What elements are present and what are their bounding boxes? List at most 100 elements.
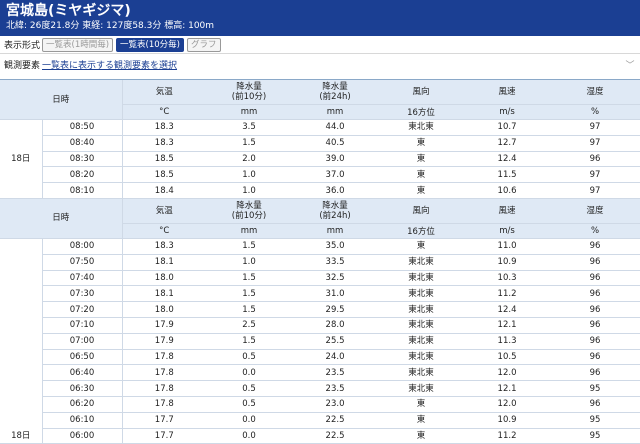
temp-cell: 18.0 (122, 270, 207, 287)
humidity-cell: 96 (550, 254, 640, 271)
wind-direction-cell: 東北東 (378, 119, 465, 136)
time-cell: 08:40 (42, 135, 123, 152)
wind-direction-cell: 東北東 (378, 317, 465, 334)
wind-direction-cell: 東 (378, 182, 465, 199)
observation-table-wrap: 日時 気温 降水量 (前10分) 降水量 (前24h) 風向 風速 湿度 °C mm mm 16方位… (0, 79, 640, 444)
time-cell: 08:50 (42, 119, 123, 136)
time-cell: 06:20 (42, 396, 123, 413)
temp-cell: 18.1 (122, 285, 207, 303)
precip24-cell: 39.0 (292, 151, 379, 168)
time-cell: 07:30 (42, 285, 123, 303)
chevron-down-icon[interactable]: ﹀ (620, 58, 640, 71)
table-row: 08:10 18.4 1.0 36.0 東 10.6 97 (0, 182, 640, 199)
wind-speed-unit: m/s (464, 104, 551, 120)
wind-speed-cell: 10.3 (464, 270, 551, 287)
temp-unit: °C (122, 223, 207, 239)
precip24-cell: 29.5 (292, 301, 379, 318)
precip24-cell: 23.5 (292, 380, 379, 397)
wind-direction-cell: 東 (378, 412, 465, 429)
precip10-cell: 1.0 (206, 166, 293, 184)
time-cell: 06:00 (42, 428, 123, 444)
table-row: 08:30 18.5 2.0 39.0 東 12.4 96 (0, 151, 640, 168)
precip24-cell: 23.0 (292, 396, 379, 413)
temp-cell: 18.5 (122, 166, 207, 184)
wind-speed-cell: 10.5 (464, 349, 551, 366)
wind-speed-cell: 12.4 (464, 301, 551, 318)
precip24-cell: 36.0 (292, 182, 379, 199)
precip10-cell: 1.0 (206, 182, 293, 199)
humidity-cell: 95 (550, 412, 640, 429)
wind-direction-unit: 16方位 (378, 104, 465, 120)
precip24-unit: mm (292, 223, 379, 239)
wind-speed-cell: 10.9 (464, 254, 551, 271)
humidity-header: 湿度 (550, 80, 640, 105)
precip10-cell: 2.5 (206, 317, 293, 334)
precip10-cell: 0.0 (206, 428, 293, 444)
precip10-header: 降水量 (前10分) (206, 198, 293, 224)
precip10-cell: 1.5 (206, 285, 293, 303)
table-row: 07:40 18.0 1.5 32.5 東北東 10.3 96 (0, 270, 640, 287)
wind-direction-cell: 東 (378, 238, 465, 255)
precip10-unit: mm (206, 223, 293, 239)
wind-direction-cell: 東北東 (378, 301, 465, 318)
humidity-cell: 97 (550, 182, 640, 199)
precip10-cell: 0.5 (206, 396, 293, 413)
wind-direction-cell: 東北東 (378, 285, 465, 303)
precip24-cell: 24.0 (292, 349, 379, 366)
time-cell: 08:00 (42, 238, 123, 255)
humidity-cell: 96 (550, 349, 640, 366)
wind-direction-cell: 東 (378, 135, 465, 152)
station-header: 宮城島(ミヤギジマ) 北緯: 26度21.8分 東経: 127度58.3分 標高… (0, 0, 640, 36)
temp-cell: 17.8 (122, 349, 207, 366)
precip10-cell: 1.5 (206, 238, 293, 255)
precip10-cell: 1.0 (206, 254, 293, 271)
time-cell: 07:10 (42, 317, 123, 334)
elements-select[interactable]: 一覧表に表示する観測要素を選択 (42, 58, 620, 71)
wind-direction-header: 風向 (378, 198, 465, 224)
wind-direction-header: 風向 (378, 80, 465, 105)
temp-cell: 18.3 (122, 238, 207, 255)
wind-speed-cell: 12.1 (464, 380, 551, 397)
wind-speed-cell: 11.2 (464, 428, 551, 444)
humidity-cell: 96 (550, 151, 640, 168)
precip10-unit: mm (206, 104, 293, 120)
table-row: 08:40 18.3 1.5 40.5 東 12.7 97 (0, 135, 640, 152)
table-row: 07:30 18.1 1.5 31.0 東北東 11.2 96 (0, 285, 640, 303)
elements-row: 観測要素 一覧表に表示する観測要素を選択 ﹀ (0, 54, 640, 74)
precip10-cell: 1.5 (206, 301, 293, 318)
precip10-header: 降水量 (前10分) (206, 80, 293, 105)
temp-cell: 17.8 (122, 364, 207, 382)
humidity-cell: 96 (550, 238, 640, 255)
time-cell: 06:50 (42, 349, 123, 366)
wind-speed-cell: 12.7 (464, 135, 551, 152)
graph-button[interactable]: グラフ (187, 37, 221, 52)
precip10-cell: 3.5 (206, 119, 293, 136)
hourly-table-button[interactable]: 一覧表(1時間毎) (42, 37, 114, 52)
precip24-header: 降水量 (前24h) (292, 198, 379, 224)
time-cell: 08:30 (42, 151, 123, 168)
time-cell: 06:40 (42, 364, 123, 382)
precip24-cell: 44.0 (292, 119, 379, 136)
wind-direction-unit: 16方位 (378, 223, 465, 239)
temp-cell: 18.1 (122, 254, 207, 271)
display-format-row: 表示形式 一覧表(1時間毎) 一覧表(10分毎) グラフ (0, 36, 640, 54)
precip10-cell: 1.5 (206, 270, 293, 287)
precip10-cell: 0.5 (206, 380, 293, 397)
precip24-cell: 28.0 (292, 317, 379, 334)
table-row: 08:20 18.5 1.0 37.0 東 11.5 97 (0, 166, 640, 184)
precip10-cell: 0.0 (206, 364, 293, 382)
precip24-cell: 22.5 (292, 428, 379, 444)
wind-speed-cell: 12.0 (464, 364, 551, 382)
table-row: 07:00 17.9 1.5 25.5 東北東 11.3 96 (0, 333, 640, 350)
table-row: 06:00 17.7 0.0 22.5 東 11.2 95 (0, 428, 640, 444)
ten-minute-table-button[interactable]: 一覧表(10分毎) (116, 37, 184, 52)
temp-cell: 18.5 (122, 151, 207, 168)
wind-speed-cell: 11.0 (464, 238, 551, 255)
wind-speed-unit: m/s (464, 223, 551, 239)
precip24-cell: 35.0 (292, 238, 379, 255)
humidity-unit: % (550, 223, 640, 239)
wind-direction-cell: 東 (378, 428, 465, 444)
humidity-cell: 96 (550, 317, 640, 334)
temp-cell: 17.9 (122, 317, 207, 334)
humidity-cell: 95 (550, 428, 640, 444)
